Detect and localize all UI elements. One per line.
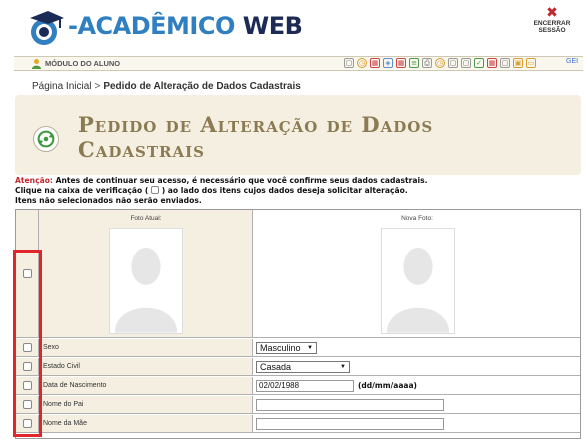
notice-line-2-start: Clique na caixa de verificação (: [15, 186, 149, 195]
print-icon[interactable]: ⎙: [422, 58, 432, 68]
nome-pai-label: Nome do Pai: [43, 401, 84, 408]
gei-link[interactable]: GEI: [566, 58, 578, 65]
table-row-sexo: Sexo Masculino ▼: [16, 339, 580, 357]
sexo-selected-value: Masculino: [260, 343, 301, 353]
breadcrumb-home-link[interactable]: Página Inicial: [32, 81, 91, 92]
page-title-panel: Pedido de Alteração de Dados Cadastrais: [15, 95, 581, 175]
page-title: Pedido de Alteração de Dados Cadastrais: [78, 112, 434, 162]
data-nascimento-label: Data de Nascimento: [43, 382, 107, 389]
file-icon[interactable]: ▢: [500, 58, 510, 68]
schedule-icon[interactable]: ▦: [396, 58, 406, 68]
estado-civil-label: Estado Civil: [43, 363, 80, 370]
notes-icon[interactable]: ▢: [344, 58, 354, 68]
module-bar: MÓDULO DO ALUNO ▢ ◷ ▦ ◈ ▦ ≡ ⎙ ◷ ▢ ▢ ✓ ▦ …: [14, 56, 583, 71]
chevron-down-icon: ▼: [340, 364, 346, 370]
field-value-cell: 02/02/1988 (dd/mm/aaaa): [254, 377, 580, 394]
checkbox-sample-icon: [151, 186, 160, 194]
report-icon[interactable]: ▦: [487, 58, 497, 68]
toolbar: ▢ ◷ ▦ ◈ ▦ ≡ ⎙ ◷ ▢ ▢ ✓ ▦ ▢ ▣ ▭: [344, 58, 536, 68]
table-row-nome-pai: Nome do Pai: [16, 396, 580, 414]
notice-warning-label: Atenção:: [15, 176, 53, 185]
field-value-cell: Casada ▼: [254, 358, 580, 375]
notice-text: Atenção: Antes de continuar seu acesso, …: [15, 176, 428, 206]
app-header: -ACADÊMICO WEB ✖ ENCERRAR SESSÃO: [0, 0, 587, 57]
field-value-cell: [254, 396, 580, 413]
estado-civil-selected-value: Casada: [260, 362, 292, 372]
new-photo-cell: Nova Foto:: [254, 210, 580, 337]
graduate-cap-logo-icon: [30, 11, 64, 45]
chevron-down-icon: ▼: [307, 345, 313, 351]
data-nascimento-input[interactable]: 02/02/1988: [256, 380, 354, 392]
logout-label-line2: SESSÃO: [538, 27, 566, 34]
breadcrumb-current: Pedido de Alteração de Dados Cadastrais: [103, 81, 301, 92]
field-value-cell: Masculino ▼: [254, 339, 580, 356]
close-icon: ✖: [546, 5, 558, 21]
current-photo-label: Foto Atual:: [130, 215, 162, 222]
grades-icon[interactable]: ✓: [474, 58, 484, 68]
user-icon: [32, 59, 41, 69]
module-label: MÓDULO DO ALUNO: [45, 59, 121, 68]
field-label: Sexo: [39, 339, 253, 356]
logout-button[interactable]: ✖ ENCERRAR SESSÃO: [528, 6, 576, 34]
notice-line-1: Atenção: Antes de continuar seu acesso, …: [15, 176, 428, 186]
notice-line-1-text: Antes de continuar seu acesso, é necessá…: [55, 176, 428, 185]
table-row-nome-mae: Nome da Mãe: [16, 415, 580, 433]
document-icon[interactable]: ▢: [448, 58, 458, 68]
breadcrumb: Página Inicial > Pedido de Alteração de Da…: [32, 81, 301, 92]
current-photo-cell: Foto Atual:: [39, 210, 253, 337]
sexo-select[interactable]: Masculino ▼: [256, 342, 317, 354]
books-icon[interactable]: ≡: [409, 58, 419, 68]
nome-mae-label: Nome da Mãe: [43, 420, 87, 427]
field-label: Estado Civil: [39, 358, 253, 375]
nome-pai-input[interactable]: [256, 399, 444, 411]
current-photo-placeholder: [109, 228, 183, 334]
chat-icon[interactable]: ◈: [383, 58, 393, 68]
checkbox-column-highlight: [13, 250, 42, 437]
sexo-label: Sexo: [43, 344, 59, 351]
table-row-data-nascimento: Data de Nascimento 02/02/1988 (dd/mm/aaa…: [16, 377, 580, 395]
notice-line-2-end: ) ao lado dos itens cujos dados deseja s…: [161, 186, 408, 195]
page-icon[interactable]: ▢: [461, 58, 471, 68]
lock-icon[interactable]: ▣: [513, 58, 523, 68]
notice-line-3: Itens não selecionados não serão enviado…: [15, 196, 202, 205]
breadcrumb-separator: >: [94, 81, 101, 92]
data-change-table: Foto Atual: Nova Foto: Sexo Masculino ▼: [15, 209, 581, 439]
field-value-cell: [254, 415, 580, 432]
new-photo-placeholder[interactable]: [381, 228, 455, 334]
field-label: Nome do Pai: [39, 396, 253, 413]
field-label: Data de Nascimento: [39, 377, 253, 394]
estado-civil-select[interactable]: Casada ▼: [256, 361, 350, 373]
clock-icon[interactable]: ◷: [357, 58, 367, 68]
table-row-estado-civil: Estado Civil Casada ▼: [16, 358, 580, 376]
table-row-photo: Foto Atual: Nova Foto:: [16, 210, 580, 338]
app-logo-text: -ACADÊMICO WEB: [68, 12, 303, 40]
calendar-icon[interactable]: ▦: [370, 58, 380, 68]
check-clock-icon[interactable]: ◷: [435, 58, 445, 68]
new-photo-label: Nova Foto:: [401, 215, 433, 222]
date-format-hint: (dd/mm/aaaa): [358, 381, 417, 390]
nome-mae-input[interactable]: [256, 418, 444, 430]
notice-line-2: Clique na caixa de verificação ( ) ao la…: [15, 186, 428, 196]
field-label: Nome da Mãe: [39, 415, 253, 432]
logout-label-line1: ENCERRAR: [533, 20, 571, 27]
refresh-data-icon: [33, 126, 59, 152]
folder-icon[interactable]: ▭: [526, 58, 536, 68]
